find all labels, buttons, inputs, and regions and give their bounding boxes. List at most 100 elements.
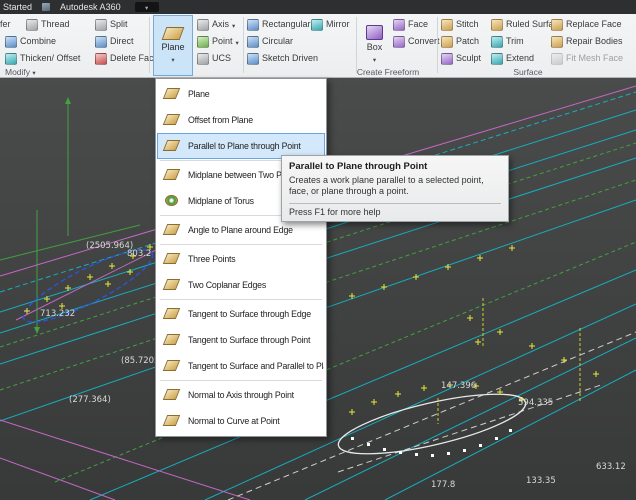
three-points-icon bbox=[161, 249, 183, 269]
stitch-button[interactable]: Stitch bbox=[441, 17, 479, 32]
angle-plane-icon bbox=[161, 220, 183, 240]
convert-label: Convert bbox=[408, 34, 440, 49]
stitch-label: Stitch bbox=[456, 17, 479, 32]
direct-label: Direct bbox=[110, 34, 134, 49]
tooltip: Parallel to Plane through Point Creates … bbox=[281, 155, 509, 222]
menu-item-label: Three Points bbox=[188, 254, 235, 264]
box-button[interactable]: Box bbox=[359, 15, 390, 73]
chevron-down-icon bbox=[32, 67, 35, 77]
sculpt-button[interactable]: Sculpt bbox=[441, 51, 481, 66]
application-window: Started Autodesk A360 fer Thread Combine… bbox=[0, 0, 636, 500]
midplane-icon bbox=[161, 165, 183, 185]
circular-pattern-button[interactable]: Circular bbox=[247, 34, 293, 49]
repair-bodies-button[interactable]: Repair Bodies bbox=[551, 34, 623, 49]
dimension-label: 177.8 bbox=[431, 480, 455, 490]
patch-icon bbox=[441, 36, 453, 48]
plane-dropdown-menu: Plane Offset from Plane Parallel to Plan… bbox=[155, 78, 327, 437]
menu-separator bbox=[160, 299, 322, 300]
direct-button[interactable]: Direct bbox=[95, 34, 134, 49]
started-tab[interactable]: Started bbox=[3, 2, 32, 12]
chevron-down-icon bbox=[373, 54, 376, 64]
axis-button[interactable]: Axis bbox=[197, 17, 235, 32]
circular-pattern-icon bbox=[247, 36, 259, 48]
tooltip-divider bbox=[289, 203, 501, 204]
extend-button[interactable]: Extend bbox=[491, 51, 534, 66]
delete-face-label: Delete Face bbox=[110, 51, 159, 66]
create-freeform-group-label[interactable]: Create Freeform bbox=[338, 67, 438, 77]
face-icon bbox=[393, 19, 405, 31]
offset-plane-icon bbox=[161, 110, 183, 130]
menu-item-tangent-to-surface-and-parallel-to-plane[interactable]: Tangent to Surface and Parallel to Plane bbox=[157, 353, 325, 379]
chamfer-label: fer bbox=[0, 17, 11, 32]
menu-item-tangent-to-surface-through-edge[interactable]: Tangent to Surface through Edge bbox=[157, 301, 325, 327]
plane-button[interactable]: Plane bbox=[153, 15, 193, 76]
menu-item-label: Normal to Curve at Point bbox=[188, 416, 280, 426]
extend-icon bbox=[491, 53, 503, 65]
thread-button[interactable]: Thread bbox=[26, 17, 70, 32]
chevron-down-icon bbox=[171, 54, 174, 64]
title-bar: Started Autodesk A360 bbox=[0, 0, 636, 14]
box-label: Box bbox=[367, 42, 383, 52]
menu-separator bbox=[160, 380, 322, 381]
menu-item-tangent-to-surface-through-point[interactable]: Tangent to Surface through Point bbox=[157, 327, 325, 353]
tangent-edge-icon bbox=[161, 304, 183, 324]
menu-item-two-coplanar-edges[interactable]: Two Coplanar Edges bbox=[157, 272, 325, 298]
ribbon: fer Thread Combine Thicken/ Offset Split… bbox=[0, 14, 636, 78]
dimension-label: 803.2 bbox=[127, 249, 151, 259]
sketch-driven-label: Sketch Driven bbox=[262, 51, 318, 66]
stitch-icon bbox=[441, 19, 453, 31]
chamfer-button-partial[interactable]: fer bbox=[0, 17, 11, 32]
menu-item-normal-to-curve-at-point[interactable]: Normal to Curve at Point bbox=[157, 408, 325, 434]
menu-item-plane[interactable]: Plane bbox=[157, 81, 325, 107]
replace-face-label: Replace Face bbox=[566, 17, 622, 32]
circular-label: Circular bbox=[262, 34, 293, 49]
dimension-label: 594.335 bbox=[518, 398, 553, 408]
point-button[interactable]: Point bbox=[197, 34, 239, 49]
titlebar-menu-button[interactable] bbox=[135, 2, 159, 12]
replace-face-button[interactable]: Replace Face bbox=[551, 17, 622, 32]
thicken-offset-button[interactable]: Thicken/ Offset bbox=[5, 51, 80, 66]
parallel-plane-icon bbox=[161, 136, 183, 156]
plane-label: Plane bbox=[161, 42, 184, 52]
dimension-label: 133.35 bbox=[526, 476, 556, 486]
thicken-offset-label: Thicken/ Offset bbox=[20, 51, 80, 66]
face-button[interactable]: Face bbox=[393, 17, 428, 32]
dimension-label: (277.364) bbox=[69, 395, 111, 405]
combine-button[interactable]: Combine bbox=[5, 34, 56, 49]
repair-bodies-icon bbox=[551, 36, 563, 48]
patch-button[interactable]: Patch bbox=[441, 34, 479, 49]
menu-item-label: Normal to Axis through Point bbox=[188, 390, 294, 400]
split-button[interactable]: Split bbox=[95, 17, 128, 32]
modify-group-label[interactable]: Modify bbox=[5, 67, 36, 77]
surface-group-label[interactable]: Surface bbox=[478, 67, 578, 77]
fit-mesh-face-button: Fit Mesh Face bbox=[551, 51, 623, 66]
thicken-offset-icon bbox=[5, 53, 17, 65]
convert-button[interactable]: Convert bbox=[393, 34, 440, 49]
menu-item-label: Plane bbox=[188, 89, 210, 99]
axis-label: Axis bbox=[212, 17, 229, 32]
tangent-parallel-icon bbox=[161, 356, 183, 376]
rectangular-pattern-button[interactable]: Rectangular bbox=[247, 17, 311, 32]
group-separator bbox=[356, 17, 357, 73]
plane-icon bbox=[162, 27, 185, 40]
group-separator bbox=[149, 17, 150, 73]
sketch-driven-button[interactable]: Sketch Driven bbox=[247, 51, 318, 66]
plane-icon bbox=[161, 84, 183, 104]
ucs-button[interactable]: UCS bbox=[197, 51, 231, 66]
dimension-label: 147.396 bbox=[441, 381, 476, 391]
split-icon bbox=[95, 19, 107, 31]
split-label: Split bbox=[110, 17, 128, 32]
trim-button[interactable]: Trim bbox=[491, 34, 524, 49]
menu-item-three-points[interactable]: Three Points bbox=[157, 246, 325, 272]
menu-item-offset-from-plane[interactable]: Offset from Plane bbox=[157, 107, 325, 133]
menu-item-label: Two Coplanar Edges bbox=[188, 280, 266, 290]
normal-curve-icon bbox=[161, 411, 183, 431]
point-label: Point bbox=[212, 34, 233, 49]
chevron-down-icon bbox=[145, 2, 148, 12]
thread-label: Thread bbox=[41, 17, 70, 32]
app-title: Autodesk A360 bbox=[60, 2, 121, 12]
sketch-driven-icon bbox=[247, 53, 259, 65]
menu-item-normal-to-axis-through-point[interactable]: Normal to Axis through Point bbox=[157, 382, 325, 408]
mirror-button[interactable]: Mirror bbox=[311, 17, 350, 32]
mirror-label: Mirror bbox=[326, 17, 350, 32]
